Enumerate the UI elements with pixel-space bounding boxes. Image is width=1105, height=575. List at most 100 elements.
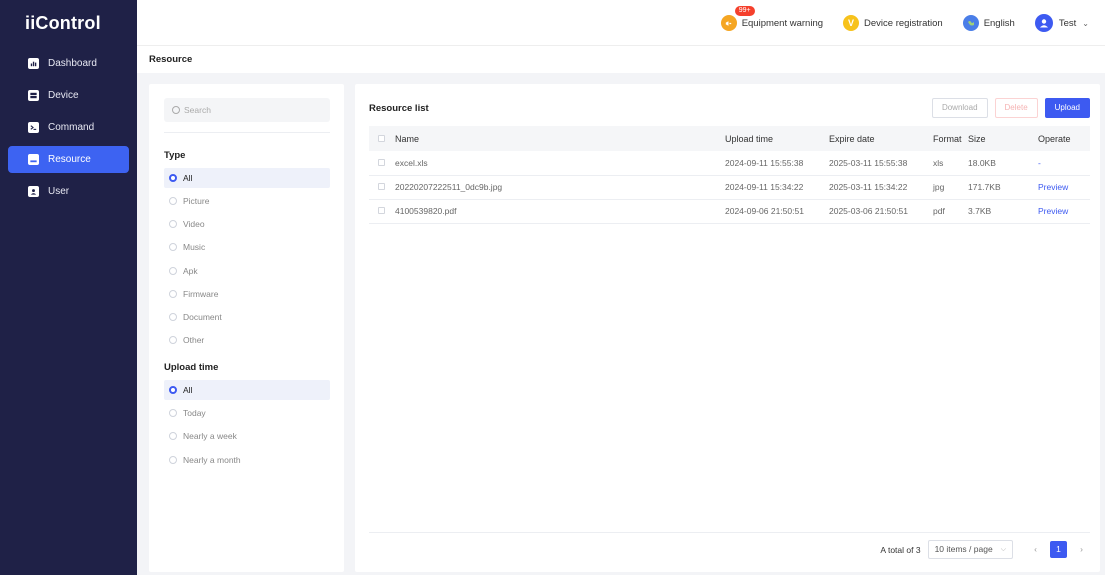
radio-checked-icon [169,386,177,394]
column-header-format[interactable]: Format [933,126,968,151]
header-actions: 99+ Equipment warning V Device registrat… [701,0,1089,46]
radio-icon [169,336,177,344]
file-name: 20220207222511_0dc9b.jpg [395,175,725,200]
page-number-button[interactable]: 1 [1050,541,1067,558]
preview-link[interactable]: Preview [1038,175,1090,200]
sidebar-item-label: User [48,186,70,197]
file-size: 171.7KB [968,175,1038,200]
file-name: excel.xls [395,151,725,176]
upload-button[interactable]: Upload [1044,98,1090,118]
device-registration-button[interactable]: V Device registration [843,15,943,31]
search-icon [172,106,180,114]
radio-icon [169,409,177,417]
dashboard-icon [28,58,39,69]
upload-time-option-week[interactable]: Nearly a week [164,426,330,446]
type-option-video[interactable]: Video [164,214,330,234]
type-option-picture[interactable]: Picture [164,191,330,211]
warning-count-badge: 99+ [734,6,755,16]
language-switcher[interactable]: English [962,15,1015,31]
radio-icon [169,267,177,275]
radio-icon [169,313,177,321]
preview-link[interactable]: Preview [1038,199,1090,224]
filter-panel: Search Type All Picture Video Music Apk … [149,84,344,572]
sidebar-item-label: Command [48,122,95,133]
row-checkbox[interactable] [378,158,385,166]
sidebar-item-label: Device [48,90,79,101]
next-page-button[interactable]: › [1073,541,1090,558]
select-all-cell [369,126,395,151]
search-input[interactable]: Search [164,98,330,122]
type-option-music[interactable]: Music [164,237,330,257]
type-option-apk[interactable]: Apk [164,261,330,281]
file-format: xls [933,151,968,176]
column-header-expire-date[interactable]: Expire date [829,126,933,151]
sidebar-item-dashboard[interactable]: Dashboard [8,50,129,77]
sidebar-item-device[interactable]: Device [8,82,129,109]
search-placeholder: Search [184,105,211,115]
upload-time-option-month[interactable]: Nearly a month [164,450,330,470]
megaphone-icon [720,15,737,31]
column-header-operate: Operate [1038,126,1090,151]
resource-list-title: Resource list [369,103,429,114]
option-label: Other [183,335,205,345]
delete-button[interactable]: Delete [994,98,1038,118]
prev-page-button[interactable]: ‹ [1027,541,1044,558]
radio-icon [169,290,177,298]
upload-time-option-all[interactable]: All [164,380,330,400]
option-label: All [183,173,193,183]
select-all-checkbox[interactable] [378,134,385,142]
expire-date: 2025-03-11 15:55:38 [829,151,933,176]
equipment-warning-label: Equipment warning [741,17,824,29]
upload-time: 2024-09-11 15:55:38 [725,151,829,176]
radio-checked-icon [169,174,177,182]
row-select-cell [369,175,395,200]
file-format: pdf [933,199,968,224]
sidebar-item-command[interactable]: Command [8,114,129,141]
download-button[interactable]: Download [931,98,988,118]
row-checkbox[interactable] [378,183,385,190]
column-header-name[interactable]: Name [395,126,725,151]
equipment-warning-button[interactable]: 99+ Equipment warning [720,6,824,31]
type-option-all[interactable]: All [164,168,330,188]
breadcrumb: Resource [137,46,1105,73]
type-option-other[interactable]: Other [164,330,330,350]
upload-time-group-title: Upload time [164,362,219,373]
chevron-down-icon: ⌵ [1000,546,1006,553]
page-size-select[interactable]: 10 items / page ⌵ [927,540,1013,559]
type-group-title: Type [164,150,186,161]
radio-icon [169,220,177,228]
table-row: 20220207222511_0dc9b.jpg 2024-09-11 15:3… [369,175,1090,200]
user-name: Test [1058,17,1077,29]
option-label: Music [183,242,206,252]
v-badge-icon: V [843,15,860,31]
avatar-icon [1034,14,1053,32]
divider [369,532,1090,533]
table-row: excel.xls 2024-09-11 15:55:38 2025-03-11… [369,151,1090,176]
upload-time: 2024-09-11 15:34:22 [725,175,829,200]
type-option-firmware[interactable]: Firmware [164,284,330,304]
column-header-upload-time[interactable]: Upload time [725,126,829,151]
globe-icon [962,15,979,31]
divider [164,132,330,133]
column-header-size[interactable]: Size [968,126,1038,151]
top-header: 99+ Equipment warning V Device registrat… [137,0,1105,46]
row-checkbox[interactable] [378,207,385,214]
option-label: Firmware [183,289,219,299]
device-icon [28,90,39,101]
sidebar-item-label: Resource [48,154,91,165]
sidebar-nav: Dashboard Device Command Resource User [0,50,137,205]
resource-icon [28,154,39,165]
type-option-document[interactable]: Document [164,307,330,327]
file-size: 18.0KB [968,151,1038,176]
upload-time-option-today[interactable]: Today [164,403,330,423]
device-registration-label: Device registration [864,17,943,29]
radio-icon [169,432,177,440]
option-label: Nearly a week [183,431,237,441]
sidebar-item-resource[interactable]: Resource [8,146,129,173]
sidebar-item-user[interactable]: User [8,178,129,205]
radio-icon [169,197,177,205]
user-menu[interactable]: Test ⌄ [1034,14,1089,32]
list-toolbar: Download Delete Upload [925,98,1090,118]
resource-table: Name Upload time Expire date Format Size… [369,126,1090,224]
option-label: Apk [183,266,198,276]
